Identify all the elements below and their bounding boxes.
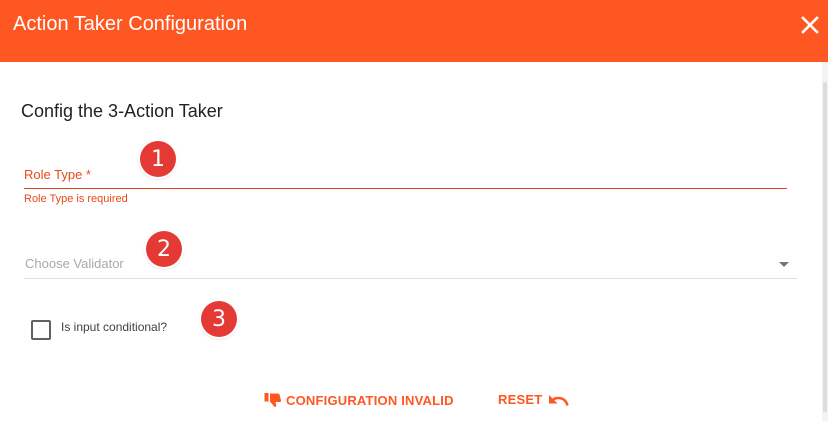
reset-label: RESET — [498, 392, 543, 407]
dropdown-arrow-icon — [779, 262, 789, 267]
role-type-field[interactable]: Role Type * — [24, 160, 787, 189]
annotation-badge-2: 2 — [146, 231, 182, 267]
role-type-error: Role Type is required — [24, 193, 128, 205]
reset-button[interactable]: RESET — [498, 392, 570, 407]
scrollbar[interactable] — [822, 62, 828, 421]
validator-placeholder: Choose Validator — [25, 256, 124, 271]
thumbs-down-icon — [264, 393, 282, 407]
dialog-title: Action Taker Configuration — [13, 13, 248, 35]
role-type-label: Role Type * — [24, 167, 91, 182]
undo-icon — [549, 394, 570, 406]
validator-select[interactable]: Choose Validator — [24, 250, 797, 279]
conditional-label: Is input conditional? — [61, 320, 168, 334]
conditional-checkbox[interactable] — [31, 320, 51, 340]
scrollbar-thumb[interactable] — [823, 82, 827, 412]
form-heading: Config the 3-Action Taker — [21, 101, 223, 121]
annotation-badge-1: 1 — [140, 141, 176, 177]
configuration-invalid-button[interactable]: CONFIGURATION INVALID — [264, 392, 454, 408]
annotation-badge-3: 3 — [201, 301, 237, 337]
close-button[interactable] — [798, 13, 822, 37]
configuration-invalid-label: CONFIGURATION INVALID — [286, 392, 454, 408]
close-icon — [801, 16, 819, 34]
dialog-header: Action Taker Configuration — [0, 0, 828, 62]
